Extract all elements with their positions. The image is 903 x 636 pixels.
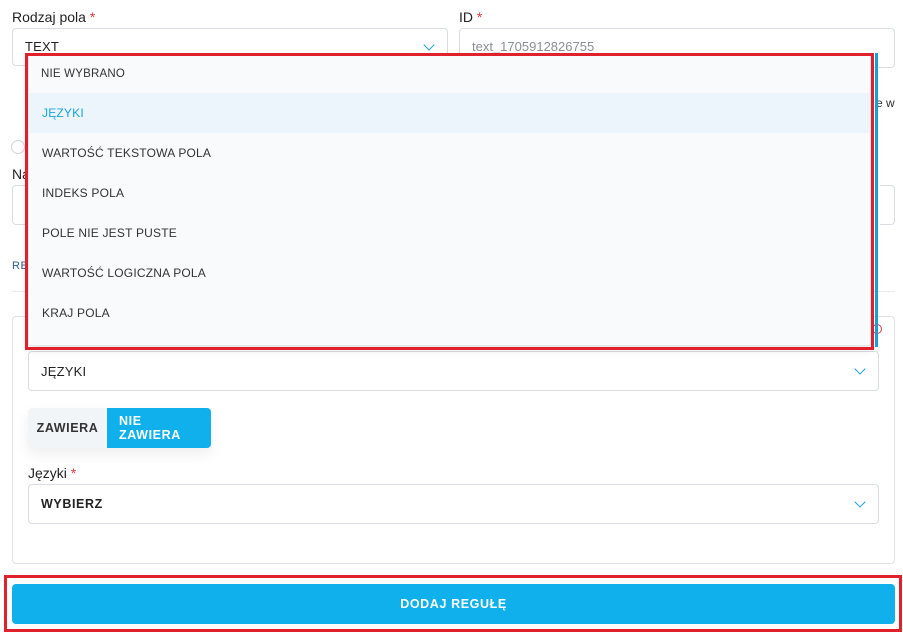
languages-value: WYBIERZ xyxy=(41,497,103,511)
contains-option-label: ZAWIERA xyxy=(36,421,99,435)
field-type-label-text: Rodzaj pola xyxy=(12,9,86,25)
required-mark: * xyxy=(70,465,77,481)
name-input[interactable] xyxy=(12,185,26,225)
not-contains-option-label: NIE ZAWIERA xyxy=(119,414,181,442)
required-mark: * xyxy=(89,9,96,25)
not-contains-option[interactable]: NIE ZAWIERA xyxy=(107,408,211,448)
contains-option[interactable]: ZAWIERA xyxy=(28,408,107,448)
chevron-down-icon xyxy=(854,363,866,375)
condition-select[interactable]: JĘZYKI xyxy=(28,351,879,391)
id-label: ID * xyxy=(459,9,482,25)
languages-label-text: Języki xyxy=(28,465,67,481)
id-value: text_1705912826755 xyxy=(472,38,595,54)
field-type-label: Rodzaj pola * xyxy=(12,9,95,25)
id-label-text: ID xyxy=(459,9,473,25)
dropdown-highlight-frame xyxy=(25,53,874,350)
languages-label: Języki * xyxy=(28,465,76,481)
condition-value: JĘZYKI xyxy=(41,363,87,379)
button-highlight-frame xyxy=(4,575,902,632)
side-text: e w xyxy=(876,96,895,110)
dropdown-scrollbar[interactable] xyxy=(875,53,878,347)
contains-toggle: ZAWIERA NIE ZAWIERA xyxy=(28,408,211,448)
required-mark: * xyxy=(476,9,483,25)
name-input-end[interactable] xyxy=(880,185,895,225)
languages-select[interactable]: WYBIERZ xyxy=(28,484,879,524)
chevron-down-icon xyxy=(854,496,866,508)
chevron-down-icon xyxy=(423,39,435,51)
field-type-value: TEXT xyxy=(25,38,60,54)
radio-toggle[interactable] xyxy=(11,140,25,154)
